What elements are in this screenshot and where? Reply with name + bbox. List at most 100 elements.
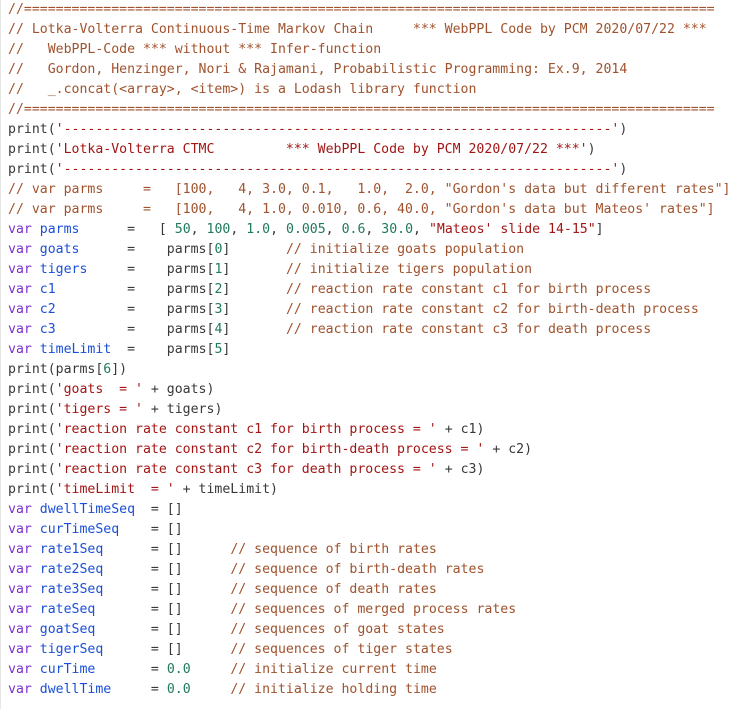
code-line: // Gordon, Henzinger, Nori & Rajamani, P… — [8, 60, 744, 80]
code-token-keyword: var — [8, 502, 40, 517]
code-token-variable: rate1Seq — [39, 542, 104, 557]
code-token-plain: print(parms[ — [8, 362, 104, 377]
code-token-plain: = [] — [135, 502, 183, 517]
code-token-comment: // sequences of tiger states — [230, 642, 453, 657]
code-line: var dwellTimeSeq = [] — [8, 500, 744, 520]
code-token-plain: ] — [222, 342, 231, 357]
code-token-comment: // initialize goats population — [285, 242, 525, 257]
code-token-plain: , — [365, 222, 382, 237]
code-token-plain: = parms[ — [111, 342, 215, 357]
code-token-comment: // reaction rate constant c2 for birth-d… — [285, 302, 699, 317]
code-token-plain: ) — [619, 162, 628, 177]
code-token-comment: // reaction rate constant c3 for death p… — [285, 322, 652, 337]
code-token-number: 100 — [206, 222, 231, 237]
code-token-plain: ) — [587, 142, 596, 157]
code-token-string: 'reaction rate constant c1 for birth pro… — [55, 422, 437, 437]
code-token-plain: = [] — [95, 602, 231, 617]
code-line: print('---------------------------------… — [8, 120, 744, 140]
code-token-comment: // sequence of birth rates — [230, 542, 437, 557]
code-token-plain: print( — [8, 142, 56, 157]
code-token-plain: = [ — [79, 222, 175, 237]
code-token-variable: goatSeq — [39, 622, 96, 637]
code-token-number: 30.0 — [381, 222, 414, 237]
code-line: var tigerSeq = [] // sequences of tiger … — [8, 640, 744, 660]
code-token-string: 'timeLimit = ' — [55, 482, 175, 497]
code-token-number: 1.0 — [246, 222, 271, 237]
code-token-plain: , — [413, 222, 429, 237]
code-token-plain: = parms[ — [55, 302, 215, 317]
code-token-variable: tigers — [39, 262, 88, 277]
code-line: print('---------------------------------… — [8, 160, 744, 180]
code-token-plain: = [] — [119, 522, 183, 537]
code-token-plain: = parms[ — [55, 282, 215, 297]
code-token-variable: c2 — [39, 302, 56, 317]
code-token-keyword: var — [8, 582, 40, 597]
code-token-keyword: var — [8, 522, 40, 537]
code-line: var tigers = parms[1] // initialize tige… — [8, 260, 744, 280]
code-line: var rate1Seq = [] // sequence of birth r… — [8, 540, 744, 560]
code-editor[interactable]: //======================================… — [0, 0, 744, 709]
code-line: print('reaction rate constant c1 for bir… — [8, 420, 744, 440]
code-token-keyword: var — [8, 302, 40, 317]
code-content[interactable]: //======================================… — [1, 0, 744, 700]
code-token-number: 0.0 — [166, 682, 191, 697]
code-token-plain: + tigers) — [142, 402, 223, 417]
code-token-keyword: var — [8, 562, 40, 577]
code-token-plain: + c2) — [484, 442, 533, 457]
code-line: var rateSeq = [] // sequences of merged … — [8, 600, 744, 620]
code-line: var dwellTime = 0.0 // initialize holdin… — [8, 680, 744, 700]
code-line: print(parms[6]) — [8, 360, 744, 380]
code-token-keyword: var — [8, 542, 40, 557]
code-token-comment: // var parms = [100, 4, 1.0, 0.010, 0.6,… — [8, 202, 715, 217]
code-token-plain: ] — [222, 262, 286, 277]
code-token-comment: // sequences of goat states — [230, 622, 445, 637]
code-line: var c2 = parms[3] // reaction rate const… — [8, 300, 744, 320]
code-token-number: 0.0 — [166, 662, 191, 677]
code-line: var timeLimit = parms[5] — [8, 340, 744, 360]
code-token-plain: = — [111, 682, 167, 697]
code-token-comment: // _.concat(<array>, <item>) is a Lodash… — [8, 82, 477, 97]
code-line: var goatSeq = [] // sequences of goat st… — [8, 620, 744, 640]
code-line: print('reaction rate constant c3 for dea… — [8, 460, 744, 480]
code-token-comment: // initialize holding time — [230, 682, 437, 697]
code-token-comment: // initialize current time — [230, 662, 437, 677]
code-line: //======================================… — [8, 0, 744, 20]
code-token-plain: ) — [619, 122, 628, 137]
code-token-keyword: var — [8, 282, 40, 297]
code-token-plain: print( — [8, 382, 56, 397]
code-token-comment: // sequences of merged process rates — [230, 602, 517, 617]
code-token-plain: ] — [595, 222, 604, 237]
code-token-plain: + goats) — [142, 382, 215, 397]
code-token-plain: + timeLimit) — [174, 482, 278, 497]
code-token-plain: = parms[ — [87, 262, 215, 277]
code-token-variable: goats — [39, 242, 80, 257]
code-line: print('goats = ' + goats) — [8, 380, 744, 400]
code-token-keyword: var — [8, 322, 40, 337]
code-token-keyword: var — [8, 262, 40, 277]
code-token-plain: print( — [8, 422, 56, 437]
code-token-variable: curTime — [39, 662, 96, 677]
code-token-keyword: var — [8, 342, 40, 357]
code-token-plain: ] — [222, 242, 286, 257]
code-token-plain: print( — [8, 122, 56, 137]
code-token-variable: tigerSeq — [39, 642, 104, 657]
code-line: var rate3Seq = [] // sequence of death r… — [8, 580, 744, 600]
code-token-plain: = [] — [103, 582, 231, 597]
code-token-comment: // initialize tigers population — [285, 262, 533, 277]
code-token-plain: = [] — [103, 642, 231, 657]
code-token-keyword: var — [8, 602, 40, 617]
code-token-plain: = [] — [103, 562, 231, 577]
code-token-plain: ] — [222, 322, 286, 337]
code-token-variable: dwellTimeSeq — [39, 502, 136, 517]
code-line: var c3 = parms[4] // reaction rate const… — [8, 320, 744, 340]
code-token-variable: rate2Seq — [39, 562, 104, 577]
code-line: // var parms = [100, 4, 1.0, 0.010, 0.6,… — [8, 200, 744, 220]
code-token-comment: // sequence of birth-death rates — [230, 562, 485, 577]
code-token-variable: c1 — [39, 282, 56, 297]
code-token-keyword: var — [8, 242, 40, 257]
code-token-keyword: var — [8, 222, 40, 237]
code-token-plain: print( — [8, 442, 56, 457]
code-token-variable: parms — [39, 222, 80, 237]
code-token-plain: + c3) — [436, 462, 485, 477]
code-token-plain: ] — [222, 302, 286, 317]
